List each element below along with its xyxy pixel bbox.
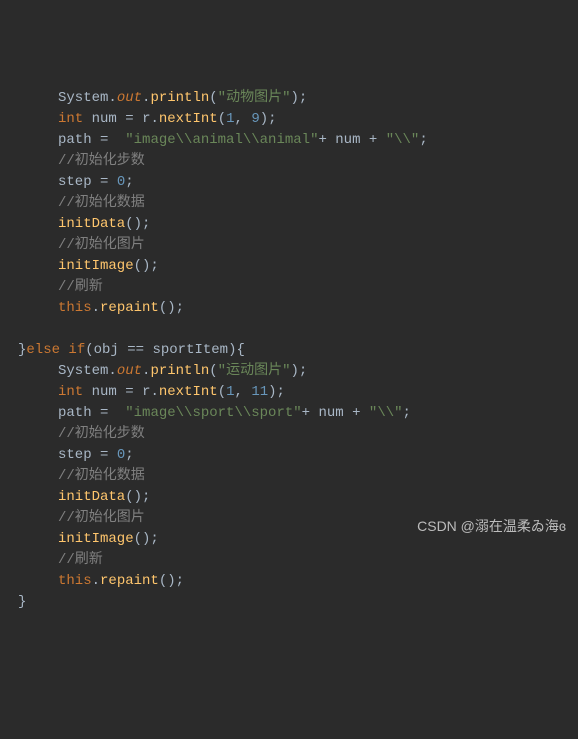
code-line: } [8,592,570,613]
code-line: int num = r.nextInt(1, 11); [8,382,570,403]
code-line: System.out.println("运动图片"); [8,361,570,382]
code-line: //初始化步数 [8,424,570,445]
code-line: path = "image\\sport\\sport"+ num + "\\"… [8,403,570,424]
code-line: //初始化数据 [8,193,570,214]
code-line: //初始化步数 [8,151,570,172]
code-line: //初始化图片 [8,235,570,256]
code-line: initImage(); [8,256,570,277]
code-line [8,319,570,340]
code-line: initData(); [8,487,570,508]
code-line: step = 0; [8,172,570,193]
watermark: CSDN @溺在温柔ゐ海ɞ [417,516,566,537]
code-line: //刷新 [8,277,570,298]
code-line: int num = r.nextInt(1, 9); [8,109,570,130]
code-line: this.repaint(); [8,298,570,319]
code-line: this.repaint(); [8,571,570,592]
code-line: step = 0; [8,445,570,466]
code-line: System.out.println("动物图片"); [8,88,570,109]
code-line: path = "image\\animal\\animal"+ num + "\… [8,130,570,151]
code-line: }else if(obj == sportItem){ [8,340,570,361]
code-line: //刷新 [8,550,570,571]
code-line: initData(); [8,214,570,235]
code-line: //初始化数据 [8,466,570,487]
